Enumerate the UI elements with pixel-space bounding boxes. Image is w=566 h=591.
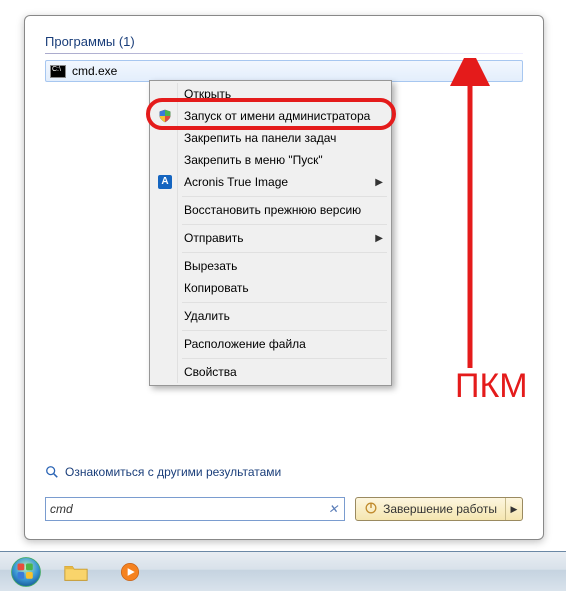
shutdown-button[interactable]: Завершение работы ▶ xyxy=(355,497,523,521)
menu-item-open-location[interactable]: Расположение файла xyxy=(152,333,389,355)
shutdown-main[interactable]: Завершение работы xyxy=(356,498,506,520)
submenu-arrow-icon: ▶ xyxy=(375,177,383,188)
clear-search-icon[interactable]: ✕ xyxy=(326,502,340,516)
menu-label: Удалить xyxy=(184,309,230,323)
menu-label: Acronis True Image xyxy=(184,175,288,189)
menu-label: Запуск от имени администратора xyxy=(184,109,370,123)
search-input[interactable]: cmd ✕ xyxy=(45,497,345,521)
menu-label: Копировать xyxy=(184,281,249,295)
menu-item-acronis[interactable]: A Acronis True Image ▶ xyxy=(152,171,389,193)
section-header-programs: Программы (1) xyxy=(45,34,523,49)
menu-item-pin-start[interactable]: Закрепить в меню "Пуск" xyxy=(152,149,389,171)
search-result-label: cmd.exe xyxy=(72,64,117,78)
shutdown-label: Завершение работы xyxy=(383,502,497,516)
menu-label: Вырезать xyxy=(184,259,237,273)
menu-label: Отправить xyxy=(184,231,244,245)
menu-item-delete[interactable]: Удалить xyxy=(152,305,389,327)
see-more-results-link[interactable]: Ознакомиться с другими результатами xyxy=(45,465,523,479)
acronis-icon: A xyxy=(157,174,173,190)
menu-item-copy[interactable]: Копировать xyxy=(152,277,389,299)
taskbar-item-explorer[interactable] xyxy=(50,556,102,588)
taskbar xyxy=(0,551,566,591)
menu-label: Расположение файла xyxy=(184,337,306,351)
menu-item-properties[interactable]: Свойства xyxy=(152,361,389,383)
menu-item-pin-taskbar[interactable]: Закрепить на панели задач xyxy=(152,127,389,149)
folder-icon xyxy=(63,561,89,583)
menu-label: Открыть xyxy=(184,87,231,101)
menu-label: Закрепить в меню "Пуск" xyxy=(184,153,323,167)
cmd-icon xyxy=(50,65,66,78)
divider xyxy=(45,53,523,54)
uac-shield-icon xyxy=(157,108,173,124)
menu-item-cut[interactable]: Вырезать xyxy=(152,255,389,277)
context-menu: Открыть Запуск от имени администратора З… xyxy=(149,80,392,386)
taskbar-item-media-player[interactable] xyxy=(104,556,156,588)
bottom-bar: Ознакомиться с другими результатами cmd … xyxy=(45,465,523,521)
search-icon xyxy=(45,465,59,479)
menu-item-restore-previous[interactable]: Восстановить прежнюю версию xyxy=(152,199,389,221)
menu-item-send-to[interactable]: Отправить ▶ xyxy=(152,227,389,249)
menu-item-run-as-admin[interactable]: Запуск от имени администратора xyxy=(152,105,389,127)
submenu-arrow-icon: ▶ xyxy=(375,233,383,244)
menu-label: Закрепить на панели задач xyxy=(184,131,336,145)
menu-label: Восстановить прежнюю версию xyxy=(184,203,361,217)
menu-label: Свойства xyxy=(184,365,237,379)
start-button[interactable] xyxy=(4,554,48,590)
search-input-value: cmd xyxy=(50,502,326,516)
menu-item-open[interactable]: Открыть xyxy=(152,83,389,105)
shutdown-icon xyxy=(364,501,378,518)
shutdown-options-arrow[interactable]: ▶ xyxy=(506,498,522,520)
media-player-icon xyxy=(117,561,143,583)
search-result-cmd[interactable]: cmd.exe xyxy=(45,60,523,82)
see-more-label: Ознакомиться с другими результатами xyxy=(65,465,281,479)
